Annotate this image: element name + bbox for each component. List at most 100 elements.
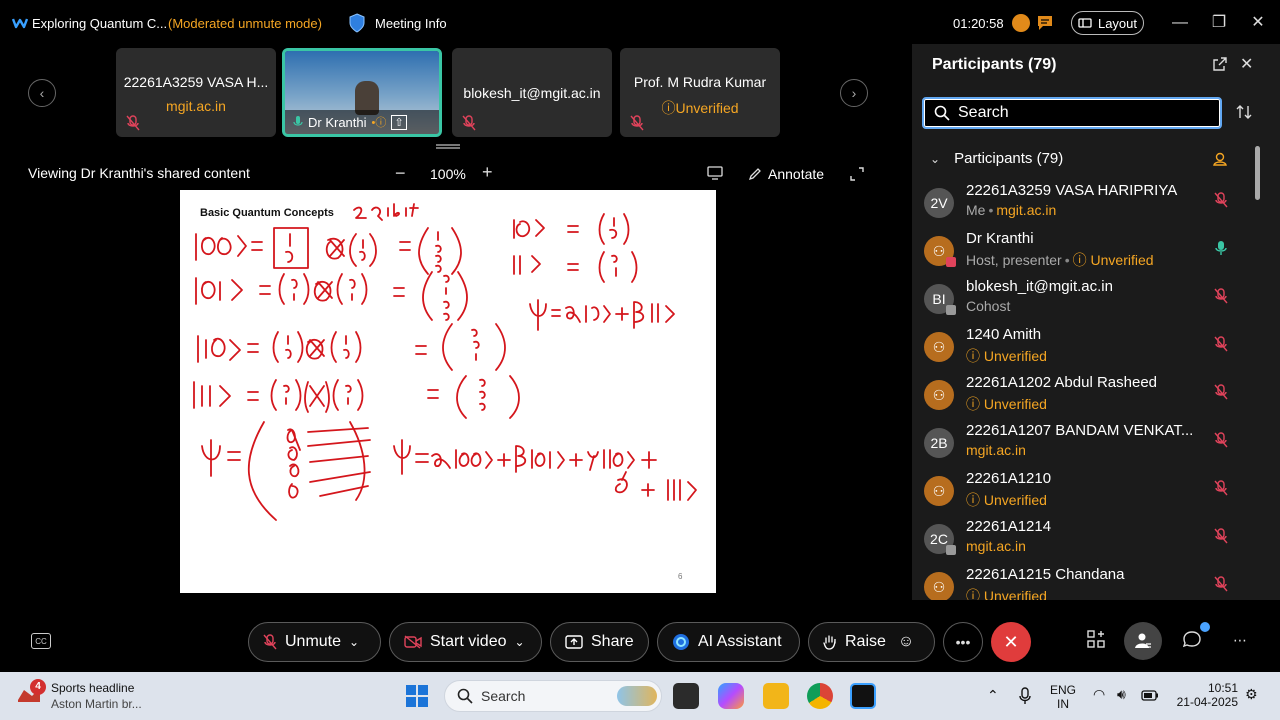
list-item[interactable]: 2V 22261A3259 VASA HARIPRIYA Me • mgit.ac.… [912, 178, 1262, 226]
news-subtitle[interactable]: Aston Martin br... [51, 697, 142, 711]
participant-tile[interactable]: 22261A3259 VASA H... mgit.ac.in [116, 48, 276, 137]
start-video-button[interactable]: Start video ⌄ [389, 622, 542, 662]
avatar: 2B [924, 428, 954, 458]
windows-start-icon[interactable] [406, 685, 428, 707]
next-thumbnails-button[interactable]: › [840, 79, 868, 107]
muted-mic-icon[interactable] [1214, 192, 1228, 208]
presenter-video-tile[interactable]: Dr Kranthi •ⓘ ⇧ [282, 48, 442, 137]
mic-icon [293, 116, 303, 126]
news-count-badge: 4 [30, 679, 46, 695]
share-label: Share [591, 633, 634, 650]
muted-mic-icon [263, 634, 277, 650]
sort-icon[interactable] [1236, 104, 1252, 120]
list-item[interactable]: ⚇ 22261A1215 Chandana ⓘ Unverified [912, 562, 1262, 600]
more-options-button[interactable]: ••• [943, 622, 983, 662]
participant-detail: mgit.ac.in [966, 538, 1026, 554]
muted-mic-icon [126, 115, 140, 131]
screen-view-icon[interactable] [707, 166, 723, 180]
previous-thumbnails-button[interactable]: ‹ [28, 79, 56, 107]
chevron-down-icon[interactable]: ⌄ [349, 635, 359, 649]
participant-search[interactable] [922, 97, 1222, 129]
list-item[interactable]: ⚇ 22261A1202 Abdul Rasheed ⓘ Unverified [912, 370, 1262, 418]
unmute-button[interactable]: Unmute ⌄ [248, 622, 381, 662]
host-group-icon[interactable] [1212, 151, 1228, 167]
chevron-up-icon[interactable]: ⌃ [987, 688, 999, 702]
news-title[interactable]: Sports headline [51, 681, 134, 695]
participants-scrollbar[interactable] [1255, 146, 1260, 200]
copilot-icon[interactable] [718, 683, 744, 709]
participant-list: 2V 22261A3259 VASA HARIPRIYA Me • mgit.ac.… [912, 178, 1262, 600]
shield-icon[interactable] [348, 13, 366, 33]
tile-domain: ⓘUnverified [661, 100, 739, 116]
chrome-icon[interactable] [807, 683, 833, 709]
muted-mic-icon[interactable] [1214, 432, 1228, 448]
muted-mic-icon[interactable] [1214, 480, 1228, 496]
list-item[interactable]: BI blokesh_it@mgit.ac.in Cohost [912, 274, 1262, 322]
raise-hand-button[interactable]: Raise ☺ [808, 622, 935, 662]
close-icon[interactable]: ✕ [1240, 54, 1253, 74]
participant-detail: ⓘ Unverified [966, 588, 1047, 600]
leave-meeting-button[interactable]: ✕ [991, 622, 1031, 662]
battery-icon[interactable] [1141, 690, 1159, 701]
close-icon: ✕ [1003, 631, 1019, 652]
annotate-button[interactable]: Annotate [748, 166, 824, 182]
search-icon [457, 688, 473, 704]
active-mic-icon[interactable] [1214, 240, 1228, 256]
chevron-down-icon[interactable]: ⌄ [514, 635, 524, 649]
zoom-level[interactable]: 100% [430, 166, 466, 182]
presenter-badge-icon [946, 257, 956, 267]
muted-mic-icon[interactable] [1214, 288, 1228, 304]
apps-icon[interactable] [1087, 630, 1105, 648]
webex-taskbar-icon[interactable] [850, 683, 876, 709]
reactions-icon[interactable]: ☺ [898, 633, 914, 651]
taskbar-search[interactable]: Search [444, 680, 662, 712]
list-item[interactable]: 2C 22261A1214 mgit.ac.in [912, 514, 1262, 562]
notifications-icon[interactable]: ⚙ [1245, 687, 1258, 701]
task-view-icon[interactable] [673, 683, 699, 709]
sharing-icon: ⇧ [391, 114, 407, 130]
participants-group-toggle[interactable]: ⌄ Participants (79) [930, 150, 1230, 167]
muted-mic-icon[interactable] [1214, 576, 1228, 592]
chevron-right-icon: › [851, 85, 857, 101]
chat-icon[interactable] [1036, 14, 1054, 32]
muted-mic-icon [462, 115, 476, 131]
layout-button[interactable]: Layout [1071, 11, 1144, 35]
file-explorer-icon[interactable] [763, 683, 789, 709]
close-icon[interactable]: ✕ [1248, 13, 1268, 33]
minimize-icon[interactable]: — [1170, 13, 1190, 33]
resize-handle[interactable] [436, 144, 460, 149]
share-screen-icon [565, 635, 583, 649]
search-input[interactable] [958, 104, 1198, 122]
popout-icon[interactable] [1212, 56, 1228, 72]
maximize-icon[interactable]: ❐ [1209, 13, 1229, 33]
microphone-icon[interactable] [1019, 687, 1031, 705]
captions-button[interactable]: CC [31, 633, 51, 649]
muted-mic-icon[interactable] [1214, 384, 1228, 400]
participant-name: 22261A1214 [966, 518, 1052, 535]
muted-mic-icon[interactable] [1214, 528, 1228, 544]
muted-mic-icon[interactable] [1214, 336, 1228, 352]
meeting-info-button[interactable]: Meeting Info [375, 16, 447, 31]
fullscreen-icon[interactable] [850, 167, 864, 181]
participant-tile[interactable]: blokesh_it@mgit.ac.in [452, 48, 612, 137]
list-item[interactable]: ⚇ 22261A1210 ⓘ Unverified [912, 466, 1262, 514]
language-indicator[interactable]: ENG IN [1050, 683, 1076, 711]
more-icon[interactable]: ⋯ [1233, 632, 1247, 649]
clock[interactable]: 10:51 21-04-2025 [1176, 681, 1238, 709]
list-item[interactable]: ⚇ 1240 Amith ⓘ Unverified [912, 322, 1262, 370]
chat-icon[interactable] [1183, 630, 1201, 648]
zoom-in-button[interactable]: + [482, 162, 493, 183]
list-item[interactable]: 2B 22261A1207 BANDAM VENKAT... mgit.ac.i… [912, 418, 1262, 466]
user-icon: ⚇ [932, 578, 946, 595]
annotate-label: Annotate [768, 166, 825, 182]
ai-assistant-label: AI Assistant [698, 633, 782, 650]
participant-tile[interactable]: Prof. M Rudra Kumar ⓘUnverified [620, 48, 780, 137]
volume-icon[interactable]: 🔊︎ [1117, 687, 1126, 701]
share-button[interactable]: Share [550, 622, 649, 662]
zoom-out-button[interactable]: − [395, 163, 406, 184]
ai-assistant-button[interactable]: AI Assistant [657, 622, 800, 662]
wifi-icon[interactable]: ◠ [1093, 687, 1105, 701]
participants-toggle-button[interactable] [1124, 622, 1162, 660]
list-item[interactable]: ⚇ Dr Kranthi Host, presenter • ⓘ Unverifie… [912, 226, 1262, 274]
participant-avatar-icon[interactable] [1012, 14, 1030, 32]
